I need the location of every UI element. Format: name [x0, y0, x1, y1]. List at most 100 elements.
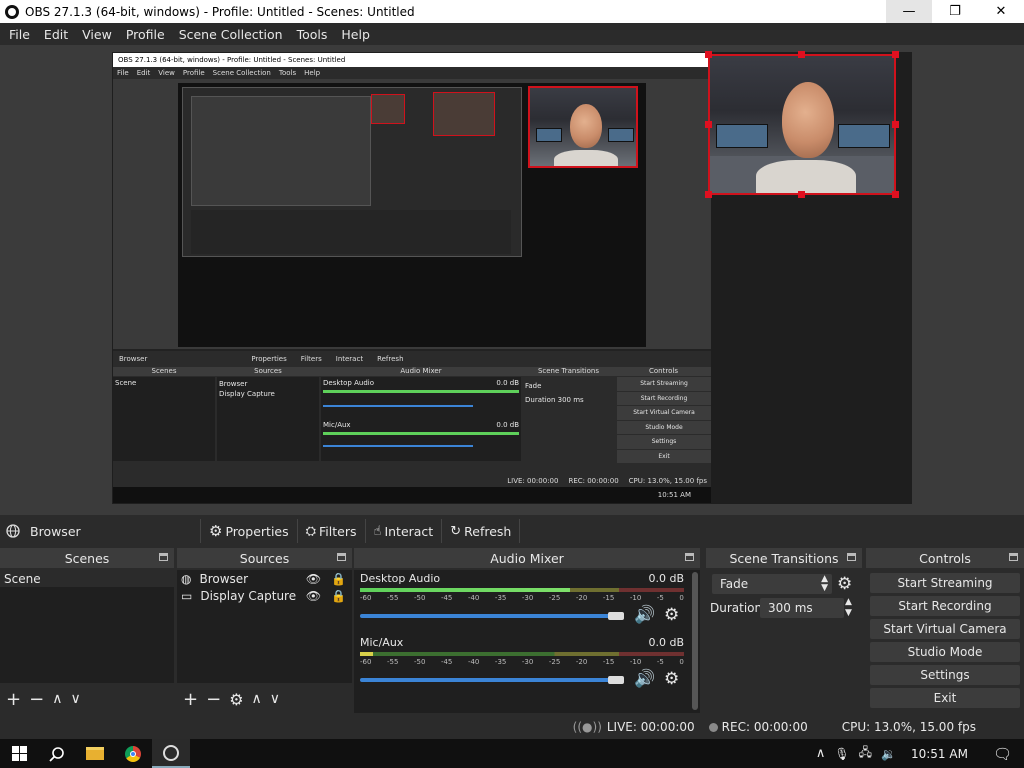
- resize-handle-tl[interactable]: [705, 51, 712, 58]
- hand-pointer-icon: ☝: [373, 523, 382, 539]
- gear-icon[interactable]: ⚙: [837, 574, 852, 594]
- chevron-down-icon[interactable]: ∨: [70, 691, 80, 707]
- volume-slider[interactable]: [360, 678, 616, 682]
- menu-help[interactable]: Help: [334, 27, 377, 42]
- remove-icon[interactable]: −: [29, 689, 44, 710]
- duration-input[interactable]: 300 ms: [760, 598, 844, 618]
- tick-label: -10: [629, 594, 642, 602]
- spin-arrows-icon: ▲ ▼: [821, 574, 828, 593]
- nested-dock-title: Sources: [254, 367, 282, 375]
- interact-button[interactable]: ☝ Interact: [364, 519, 442, 543]
- refresh-icon: ↻: [450, 523, 462, 539]
- source-item-display-capture[interactable]: ▭ Display Capture 👁 🔒: [177, 587, 352, 604]
- volume-slider-handle[interactable]: [608, 676, 624, 684]
- chevron-up-icon[interactable]: ∧: [252, 691, 262, 707]
- tick-label: -5: [656, 594, 664, 602]
- resize-handle-br[interactable]: [892, 191, 899, 198]
- gear-icon[interactable]: ⚙: [664, 605, 679, 625]
- transitions-title: Scene Transitions: [729, 550, 839, 566]
- nested-control: Start Virtual Camera: [617, 406, 711, 420]
- microphone-icon[interactable]: 🎙: [834, 747, 849, 761]
- menu-profile[interactable]: Profile: [119, 27, 172, 42]
- add-icon[interactable]: +: [183, 689, 198, 710]
- filters-button[interactable]: ⛭ Filters: [296, 519, 365, 543]
- mixer-scrollbar[interactable]: [692, 572, 698, 710]
- lock-icon[interactable]: 🔒: [331, 572, 346, 586]
- scene-item-label: Scene: [4, 571, 41, 586]
- undock-icon[interactable]: [685, 553, 694, 561]
- resize-handle-r[interactable]: [892, 121, 899, 128]
- transition-select[interactable]: Fade ▲ ▼: [712, 574, 832, 594]
- tick-label: -40: [467, 658, 480, 666]
- resize-handle-tr[interactable]: [892, 51, 899, 58]
- remove-icon[interactable]: −: [206, 689, 221, 710]
- notifications-icon[interactable]: 🗨: [993, 745, 1012, 763]
- close-button[interactable]: ✕: [978, 0, 1024, 23]
- live-status: ((●)) LIVE: 00:00:00: [573, 720, 695, 734]
- taskbar-clock[interactable]: 10:51 AM: [911, 747, 968, 761]
- mixer-track-mic-aux: Mic/Aux 0.0 dB -60 -55 -50 -45 -40 -35 -…: [358, 636, 686, 694]
- properties-button[interactable]: ⚙ Properties: [200, 519, 297, 543]
- tick-label: -60: [360, 658, 372, 666]
- eye-icon[interactable]: 👁: [306, 589, 321, 603]
- controls-dock-header: Controls: [866, 548, 1024, 568]
- start-recording-button[interactable]: Start Recording: [870, 596, 1020, 616]
- undock-icon[interactable]: [337, 553, 346, 561]
- search-icon[interactable]: [38, 739, 76, 768]
- menu-scene-collection[interactable]: Scene Collection: [172, 27, 290, 42]
- menu-edit[interactable]: Edit: [37, 27, 75, 42]
- menu-tools[interactable]: Tools: [290, 27, 335, 42]
- gear-icon[interactable]: ⚙: [229, 690, 243, 709]
- webcam-source[interactable]: [708, 54, 896, 195]
- chevron-up-icon[interactable]: ∧: [52, 691, 62, 707]
- resize-handle-b[interactable]: [798, 191, 805, 198]
- scene-item[interactable]: Scene: [0, 570, 174, 587]
- volume-icon[interactable]: 🔉: [881, 747, 896, 761]
- settings-button[interactable]: Settings: [870, 665, 1020, 685]
- chevron-down-icon[interactable]: ∨: [270, 691, 280, 707]
- undock-icon[interactable]: [847, 553, 856, 561]
- cpu-status: CPU: 13.0%, 15.00 fps: [841, 720, 976, 734]
- tick-label: -45: [440, 594, 453, 602]
- gear-icon[interactable]: ⚙: [664, 669, 679, 689]
- add-icon[interactable]: +: [6, 689, 21, 710]
- volume-slider[interactable]: [360, 614, 616, 618]
- sources-title: Sources: [239, 550, 290, 566]
- network-icon[interactable]: 🖧: [859, 743, 872, 764]
- start-virtual-camera-button[interactable]: Start Virtual Camera: [870, 619, 1020, 639]
- resize-handle-l[interactable]: [705, 121, 712, 128]
- resize-handle-t[interactable]: [798, 51, 805, 58]
- speaker-icon[interactable]: 🔊: [634, 669, 655, 689]
- undock-icon[interactable]: [1009, 553, 1018, 561]
- nested-cpu: CPU: 13.0%, 15.00 fps: [628, 477, 707, 485]
- nested-title: OBS 27.1.3 (64-bit, windows) - Profile: …: [118, 56, 346, 64]
- studio-mode-button[interactable]: Studio Mode: [870, 642, 1020, 662]
- nested-toolbar-item: Interact: [335, 355, 364, 363]
- window-titlebar: OBS 27.1.3 (64-bit, windows) - Profile: …: [0, 0, 1024, 23]
- nested-dock-title: Controls: [649, 367, 678, 375]
- chevron-up-icon[interactable]: ∧: [816, 746, 826, 761]
- windows-start-icon[interactable]: [0, 739, 38, 768]
- chrome-icon[interactable]: [114, 739, 152, 768]
- minimize-button[interactable]: —: [886, 0, 932, 23]
- obs-taskbar-icon[interactable]: [152, 739, 190, 768]
- lock-icon[interactable]: 🔒: [331, 589, 346, 603]
- file-explorer-icon[interactable]: [76, 739, 114, 768]
- source-item-browser[interactable]: ◍ Browser 👁 🔒: [177, 570, 352, 587]
- start-streaming-button[interactable]: Start Streaming: [870, 573, 1020, 593]
- tick-label: -60: [360, 594, 372, 602]
- menu-file[interactable]: File: [2, 27, 37, 42]
- scenes-list: Scene: [0, 570, 174, 683]
- resize-handle-bl[interactable]: [705, 191, 712, 198]
- restore-button[interactable]: ❐: [932, 0, 978, 23]
- eye-icon[interactable]: 👁: [306, 572, 321, 586]
- refresh-button[interactable]: ↻ Refresh: [441, 519, 521, 543]
- volume-slider-handle[interactable]: [608, 612, 624, 620]
- exit-button[interactable]: Exit: [870, 688, 1020, 708]
- undock-icon[interactable]: [159, 553, 168, 561]
- speaker-icon[interactable]: 🔊: [634, 605, 655, 625]
- nested-control: Exit: [617, 449, 711, 463]
- nested-control: Start Streaming: [617, 377, 711, 391]
- menu-view[interactable]: View: [75, 27, 119, 42]
- duration-spinner[interactable]: ▲ ▼: [845, 597, 852, 619]
